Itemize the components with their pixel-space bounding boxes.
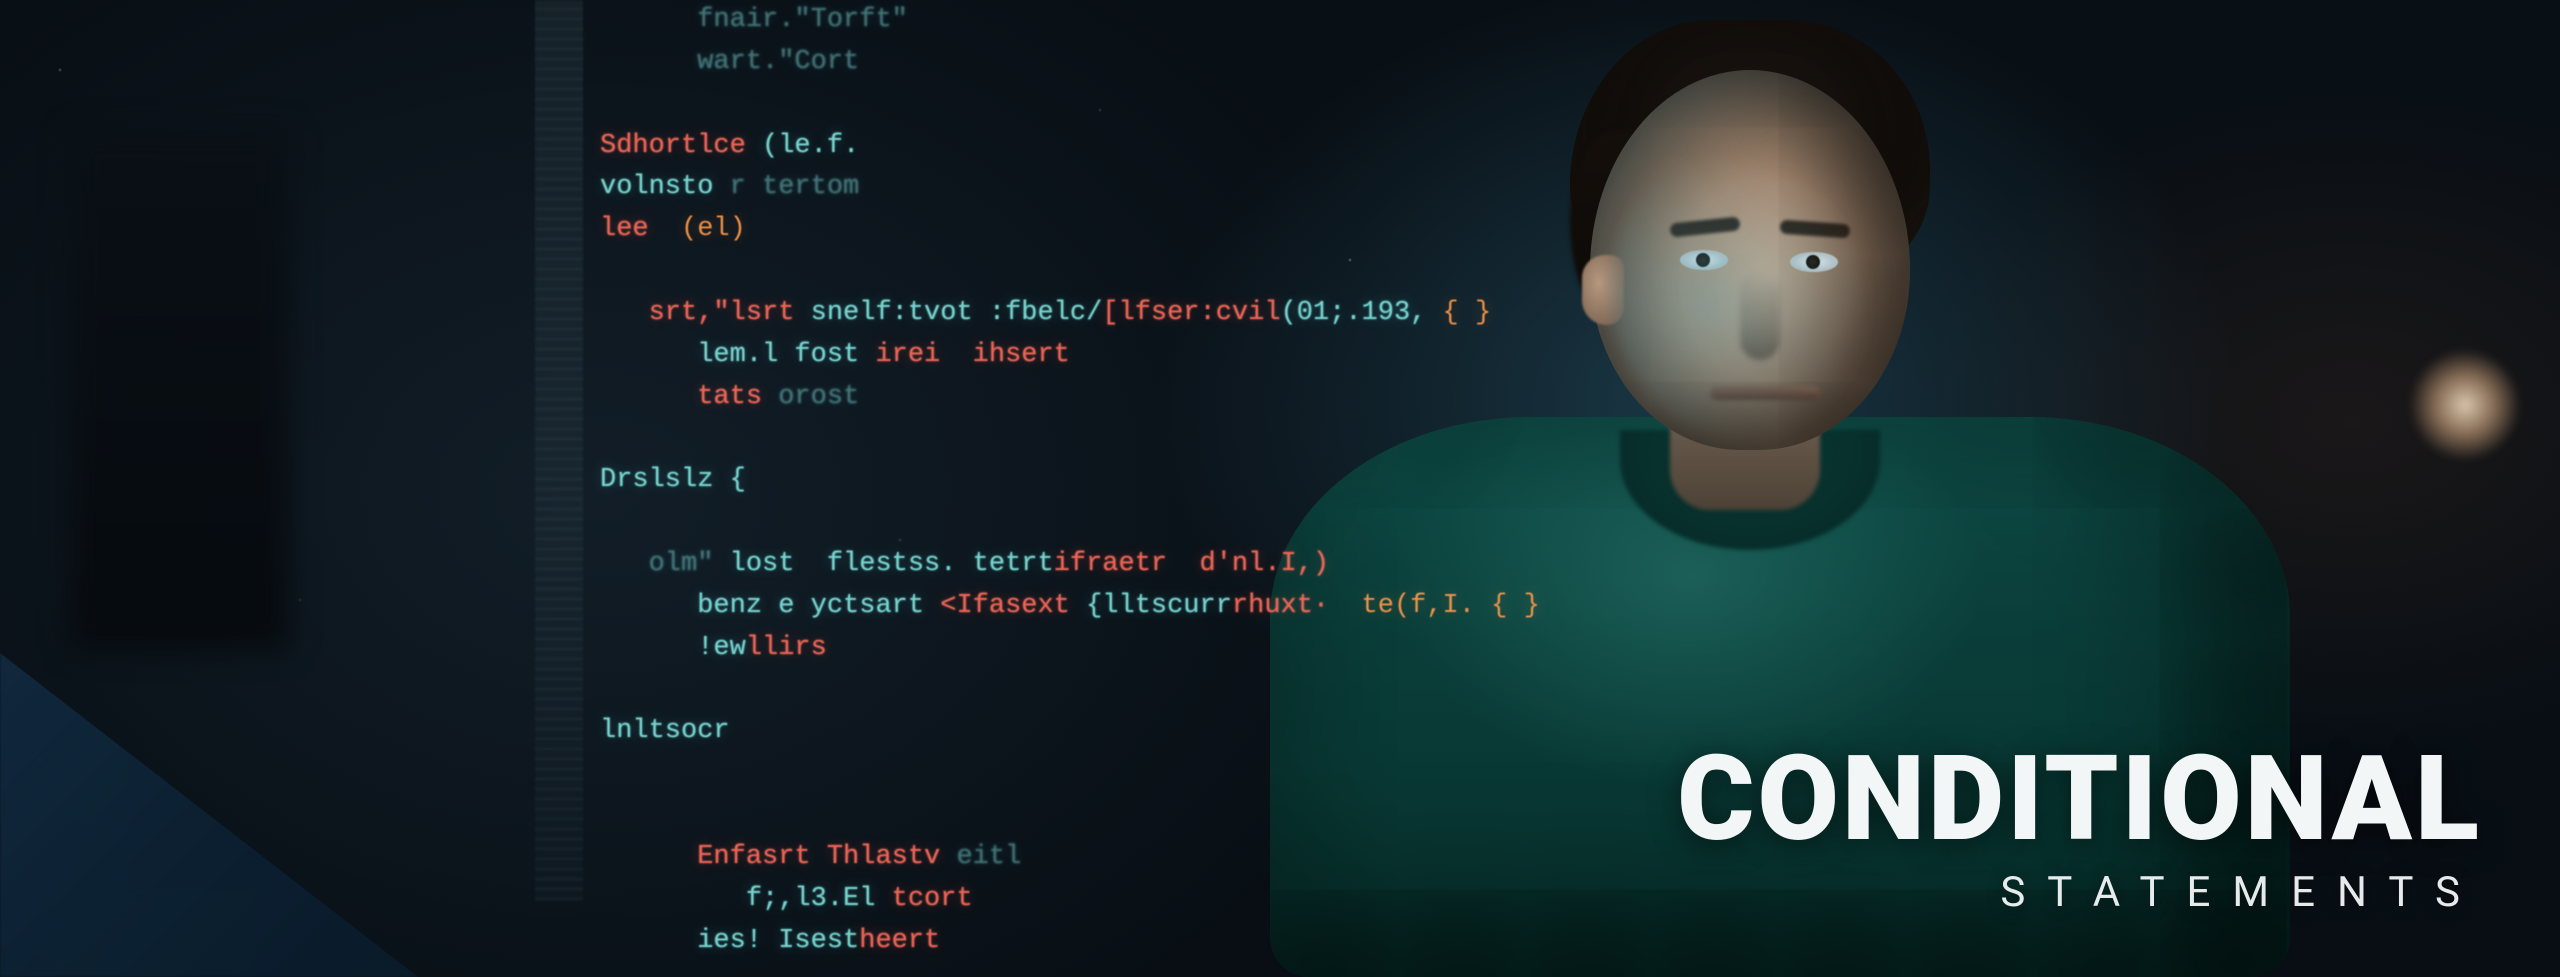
- person-figure: [1270, 0, 2290, 977]
- holographic-code-overlay: fnair."Torft" wart."Cort Sdhortlce (le.f…: [600, 0, 1540, 977]
- title-sub: STATEMENTS: [1677, 868, 2482, 917]
- bokeh-light: [2410, 350, 2520, 460]
- face-screen-glow: [1610, 140, 1890, 440]
- eyebrow-right: [1780, 220, 1851, 239]
- person-mouth: [1710, 386, 1820, 400]
- title-block: CONDITIONAL STATEMENTS: [1677, 740, 2482, 917]
- banner-scene: fnair."Torft" wart."Cort Sdhortlce (le.f…: [0, 0, 2560, 977]
- eye-left: [1680, 250, 1728, 270]
- person-ear: [1582, 255, 1624, 325]
- person-nose: [1740, 270, 1780, 360]
- title-main: CONDITIONAL: [1677, 740, 2482, 858]
- eye-right: [1790, 252, 1838, 272]
- person-torso: [1270, 417, 2290, 977]
- shirt-collar: [1620, 430, 1880, 550]
- background-furniture-blur: [70, 130, 290, 650]
- code-line-gutter: [535, 0, 583, 900]
- eyebrow-left: [1669, 216, 1740, 237]
- person-neck: [1670, 370, 1820, 510]
- person-head: [1590, 70, 1910, 450]
- person-hair: [1570, 20, 1930, 280]
